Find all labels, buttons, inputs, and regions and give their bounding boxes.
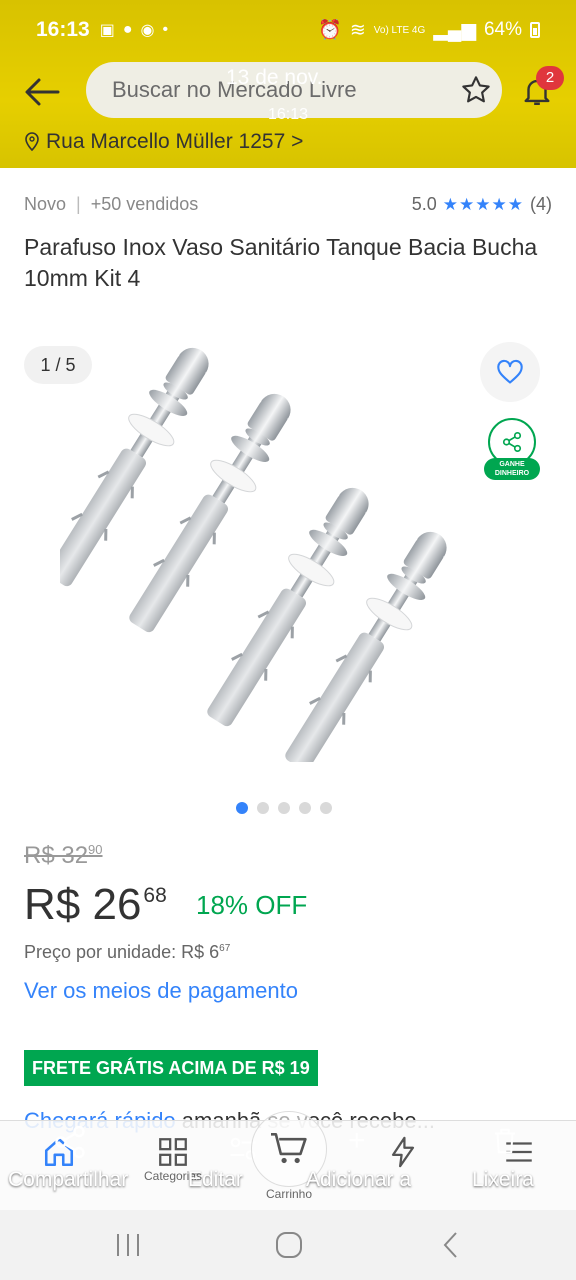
pagination-dot-5[interactable] (320, 802, 332, 814)
edit-action[interactable]: Editar (188, 1168, 243, 1192)
app-notification-icon: ◉ (140, 22, 155, 39)
notification-overlay-time: 16:13 (268, 106, 309, 123)
review-count: (4) (530, 194, 552, 214)
signal-icon: ▂▄▆ (433, 19, 476, 41)
back-arrow-icon (25, 78, 60, 106)
notification-count-badge: 2 (536, 66, 564, 90)
share-action-icon[interactable] (52, 1124, 88, 1160)
original-price: R$ 3290 (24, 842, 103, 869)
condition-label: Novo (24, 194, 67, 214)
discount-label: 18% OFF (196, 890, 308, 920)
back-nav-icon[interactable] (440, 1230, 462, 1260)
trash-icon[interactable] (490, 1124, 520, 1158)
payment-methods-link[interactable]: Ver os meios de pagamento (24, 978, 298, 1004)
free-shipping-badge: FRETE GRÁTIS ACIMA DE R$ 19 (24, 1050, 318, 1086)
status-bar: 16:13 ▣ ● ◉ • ⏰ ≋ Vo) LTE 4G ▂▄▆ 64% (0, 0, 576, 60)
nav-offers[interactable] (358, 1135, 448, 1169)
cart-icon (271, 1132, 307, 1164)
notification-overlay-date: 13 de nov. (226, 66, 323, 89)
add-icon[interactable]: + (348, 1124, 366, 1158)
pagination-dot-4[interactable] (299, 802, 311, 814)
trash-action[interactable]: Lixeira (472, 1168, 534, 1192)
battery-level: 64% (483, 19, 522, 40)
status-time: 16:13 (36, 18, 90, 41)
recent-apps-icon[interactable] (114, 1232, 142, 1258)
wifi-icon: ≋ (349, 19, 366, 41)
product-title: Parafuso Inox Vaso Sanitário Tanque Baci… (24, 234, 538, 291)
rating-value: 5.0 (411, 194, 437, 214)
gallery-icon: ▣ (99, 22, 115, 39)
alarm-icon: ⏰ (318, 20, 342, 41)
system-navigation-bar (0, 1210, 576, 1280)
pagination-dot-3[interactable] (278, 802, 290, 814)
product-image[interactable] (60, 332, 520, 762)
pagination-dot-2[interactable] (257, 802, 269, 814)
rating[interactable]: 5.0 ★★★★★ (4) (412, 194, 552, 215)
unit-price: Preço por unidade: R$ 667 (24, 942, 231, 962)
lightning-icon (391, 1136, 415, 1168)
product-meta: Novo | +50 vendidos 5.0 ★★★★★ (4) (24, 194, 552, 215)
app-header: 16:13 ▣ ● ◉ • ⏰ ≋ Vo) LTE 4G ▂▄▆ 64% Bus… (0, 0, 576, 168)
more-dot-icon: • (162, 21, 169, 38)
home-button-icon[interactable] (274, 1230, 304, 1260)
address-text: Rua Marcello Müller 1257 > (46, 130, 304, 153)
location-pin-icon (25, 132, 39, 152)
sold-count: +50 vendidos (90, 194, 199, 214)
delivery-address[interactable]: Rua Marcello Müller 1257 > (24, 130, 303, 154)
network-type: Vo) LTE 4G (373, 24, 426, 36)
image-pagination[interactable] (236, 802, 332, 814)
pagination-dot-1[interactable] (236, 802, 248, 814)
grid-icon (159, 1138, 187, 1166)
back-button[interactable] (22, 72, 62, 112)
battery-icon (530, 22, 540, 38)
favorite-star-button[interactable] (460, 74, 492, 112)
current-price: R$ 26 68 (24, 880, 167, 929)
add-to-action[interactable]: Adicionar a (306, 1168, 411, 1192)
rating-stars-icon: ★★★★★ (442, 194, 524, 214)
star-icon (462, 76, 490, 103)
share-action[interactable]: Compartilhar (8, 1168, 128, 1192)
chat-icon: ● (122, 21, 133, 38)
divider: | (76, 194, 81, 214)
